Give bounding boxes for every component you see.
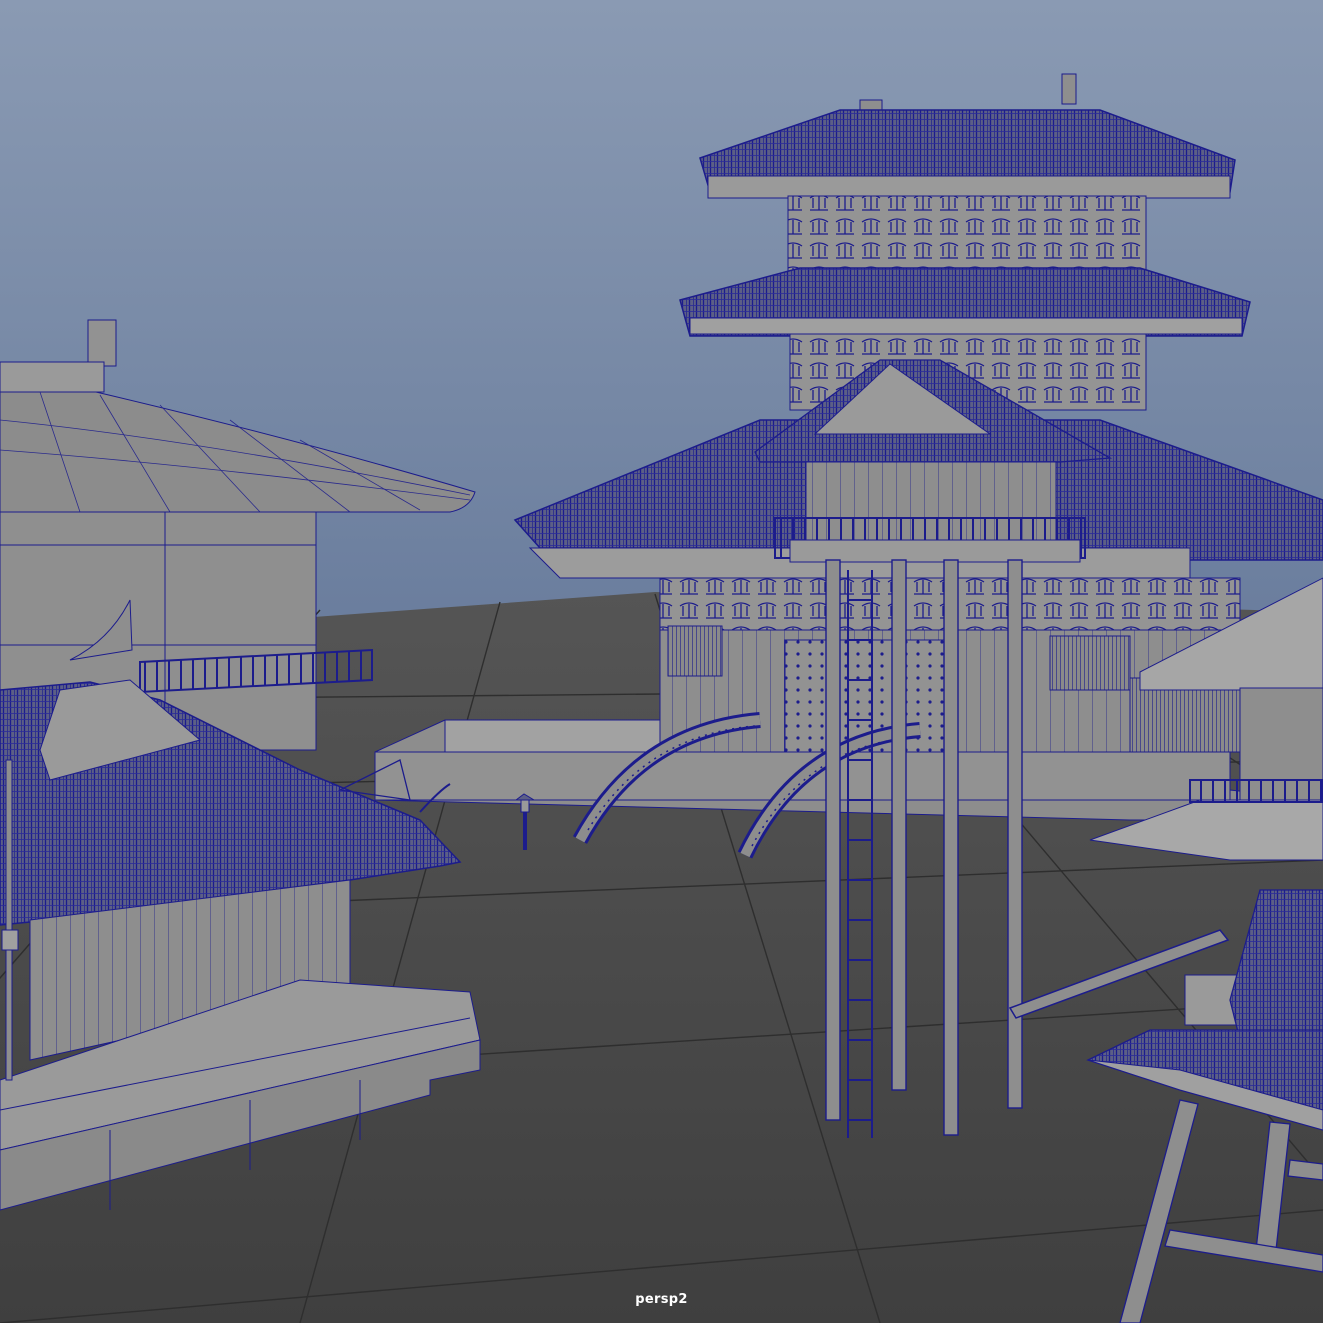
scene-render[interactable] xyxy=(0,0,1323,1323)
pagoda-tower[interactable] xyxy=(679,73,1251,411)
camera-name-label: persp2 xyxy=(635,1292,688,1307)
maya-viewport[interactable]: persp2 xyxy=(0,0,1323,1323)
